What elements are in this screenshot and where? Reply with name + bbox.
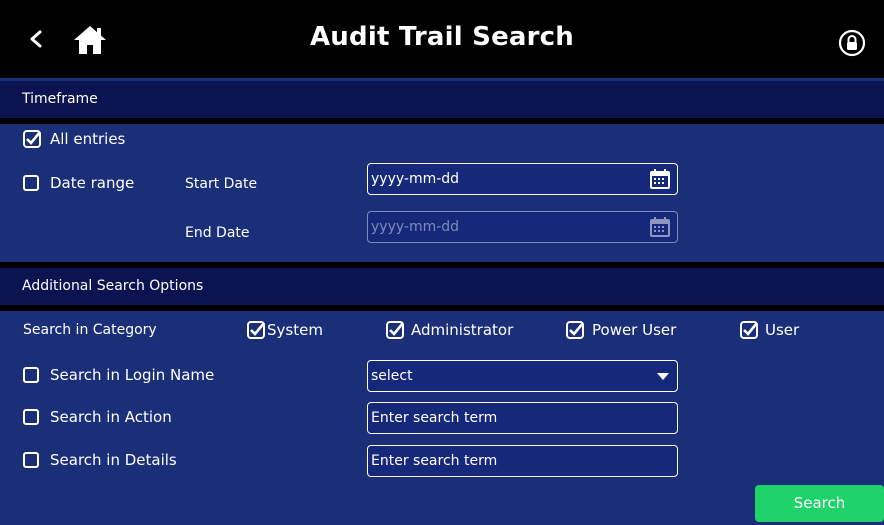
- category-system-label: System: [267, 321, 323, 339]
- details-checkbox[interactable]: [23, 452, 39, 468]
- all-entries-checkbox[interactable]: [23, 130, 41, 148]
- chevron-down-icon[interactable]: [657, 373, 669, 380]
- action-search-placeholder: Enter search term: [371, 410, 498, 426]
- search-category-label: Search in Category: [23, 322, 157, 338]
- action-search-input[interactable]: Enter search term: [367, 402, 678, 434]
- details-search-placeholder: Enter search term: [371, 453, 498, 469]
- action-checkbox[interactable]: [23, 409, 39, 425]
- details-search-input[interactable]: Enter search term: [367, 445, 678, 477]
- top-bar: Audit Trail Search: [0, 0, 884, 78]
- login-name-select-value: select: [371, 368, 413, 384]
- category-power-user-label: Power User: [592, 321, 677, 339]
- calendar-icon[interactable]: [649, 216, 671, 238]
- date-range-label: Date range: [50, 174, 135, 192]
- start-date-input[interactable]: yyyy-mm-dd: [367, 163, 678, 195]
- category-user-checkbox[interactable]: [740, 321, 758, 339]
- category-user-label: User: [765, 321, 800, 339]
- end-date-label: End Date: [185, 225, 250, 241]
- category-power-user-checkbox[interactable]: [566, 321, 584, 339]
- divider: [0, 118, 884, 124]
- login-name-select[interactable]: select: [367, 360, 678, 392]
- additional-options-section-header: Additional Search Options: [0, 268, 884, 305]
- all-entries-label: All entries: [50, 130, 126, 148]
- calendar-icon[interactable]: [649, 168, 671, 190]
- lock-icon[interactable]: [838, 29, 866, 57]
- search-button[interactable]: Search: [755, 485, 884, 522]
- category-administrator-label: Administrator: [411, 321, 514, 339]
- start-date-placeholder: yyyy-mm-dd: [371, 171, 460, 187]
- action-label: Search in Action: [50, 408, 172, 426]
- start-date-label: Start Date: [185, 176, 258, 192]
- login-name-label: Search in Login Name: [50, 366, 215, 384]
- category-system-checkbox[interactable]: [247, 321, 265, 339]
- page-title: Audit Trail Search: [309, 22, 574, 52]
- end-date-placeholder: yyyy-mm-dd: [371, 219, 460, 235]
- login-name-checkbox[interactable]: [23, 367, 39, 383]
- details-label: Search in Details: [50, 451, 177, 469]
- end-date-input[interactable]: yyyy-mm-dd: [367, 211, 678, 243]
- category-administrator-checkbox[interactable]: [386, 321, 404, 339]
- timeframe-section-header: Timeframe: [0, 81, 884, 118]
- date-range-checkbox[interactable]: [23, 175, 39, 191]
- divider: [0, 305, 884, 311]
